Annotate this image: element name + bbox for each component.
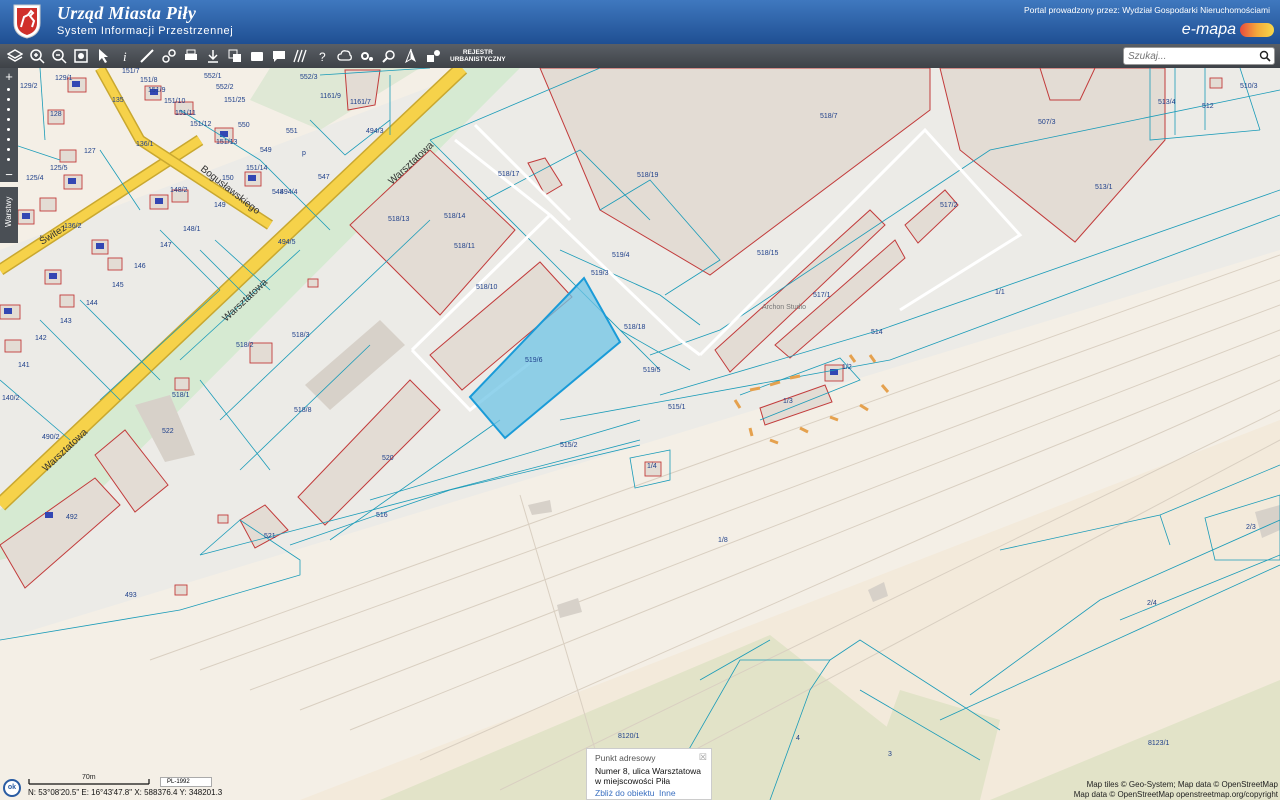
zoom-level-dot[interactable] — [7, 138, 10, 141]
svg-text:?: ? — [319, 50, 326, 64]
zoom-level-dot[interactable] — [7, 148, 10, 151]
map-canvas[interactable]: Warsztatowa Warsztatowa Warsztatowa Bogu… — [0, 68, 1280, 800]
brand-name[interactable]: e-mapa — [1182, 21, 1236, 39]
hatch-icon[interactable] — [290, 45, 312, 67]
app-subtitle: System Informacji Przestrzennej — [57, 25, 234, 37]
zoom-out-button[interactable]: − — [0, 168, 18, 181]
attribution-tiles: Map tiles © Geo-System; Map data © OpenS… — [1086, 780, 1278, 789]
north-icon[interactable] — [400, 45, 422, 67]
portal-info: Portal prowadzony przez: Wydział Gospoda… — [1023, 5, 1270, 15]
pointer-icon[interactable] — [92, 45, 114, 67]
zoom-level-dot[interactable] — [7, 128, 10, 131]
link-icon[interactable] — [158, 45, 180, 67]
zoom-level-dot[interactable] — [7, 88, 10, 91]
scale-label: 70m — [82, 774, 96, 781]
coordinates-readout: N: 53°08'20.5" E: 16°43'47.8" X: 588376.… — [28, 788, 223, 797]
close-icon[interactable]: ☒ — [699, 752, 707, 763]
zoom-bar: + − — [0, 68, 18, 182]
brand-logo-icon — [1240, 23, 1274, 37]
crs-select[interactable]: PL-1992 — [160, 777, 212, 787]
zoom-in-icon[interactable] — [26, 45, 48, 67]
zoom-out-icon[interactable] — [48, 45, 70, 67]
city-crest-icon — [13, 4, 41, 39]
print-icon[interactable] — [180, 45, 202, 67]
zoom-level-dot[interactable] — [7, 108, 10, 111]
popup-title: Punkt adresowy — [595, 753, 656, 763]
search-box — [1123, 47, 1275, 65]
svg-text:i: i — [123, 49, 127, 64]
help-icon[interactable]: ? — [312, 45, 334, 67]
search-icon[interactable] — [1259, 50, 1271, 62]
zoom-in-button[interactable]: + — [0, 70, 18, 83]
app-title: Urząd Miasta Piły — [57, 3, 197, 23]
ok-button[interactable]: ok — [3, 779, 21, 797]
toolbar: i ? REJESTR URBANISTYCZNY — [0, 44, 1280, 68]
zoom-level-dot[interactable] — [7, 118, 10, 121]
zoom-level-dot[interactable] — [7, 158, 10, 161]
share-icon[interactable] — [422, 45, 444, 67]
search-input[interactable] — [1128, 49, 1258, 63]
full-extent-icon[interactable] — [70, 45, 92, 67]
zoom-level-dot[interactable] — [7, 98, 10, 101]
download-icon[interactable] — [202, 45, 224, 67]
measure-icon[interactable] — [136, 45, 158, 67]
address-popup: Punkt adresowy ☒ Numer 8, ulica Warsztat… — [586, 748, 712, 800]
search-map-icon[interactable] — [378, 45, 400, 67]
other-link[interactable]: Inne — [659, 788, 676, 798]
attribution-osm[interactable]: Map data © OpenStreetMap openstreetmap.o… — [1074, 790, 1278, 799]
popup-address: Numer 8, ulica Warsztatowa — [595, 766, 701, 776]
layers-tab[interactable]: Warstwy — [0, 187, 18, 243]
copy-icon[interactable] — [224, 45, 246, 67]
rejestr-urbanistyczny-button[interactable]: REJESTR URBANISTYCZNY — [450, 49, 506, 63]
settings-icon[interactable] — [356, 45, 378, 67]
app-header: Urząd Miasta Piły System Informacji Prze… — [0, 0, 1280, 44]
cloud-icon[interactable] — [334, 45, 356, 67]
info-icon[interactable]: i — [114, 45, 136, 67]
pan-icon[interactable] — [246, 45, 268, 67]
zoom-to-object-link[interactable]: Zbliż do obiektu — [595, 788, 655, 798]
comment-icon[interactable] — [268, 45, 290, 67]
map-svg[interactable] — [0, 68, 1280, 800]
popup-locality: w miejscowości Piła — [595, 776, 671, 786]
layers-icon[interactable] — [4, 45, 26, 67]
